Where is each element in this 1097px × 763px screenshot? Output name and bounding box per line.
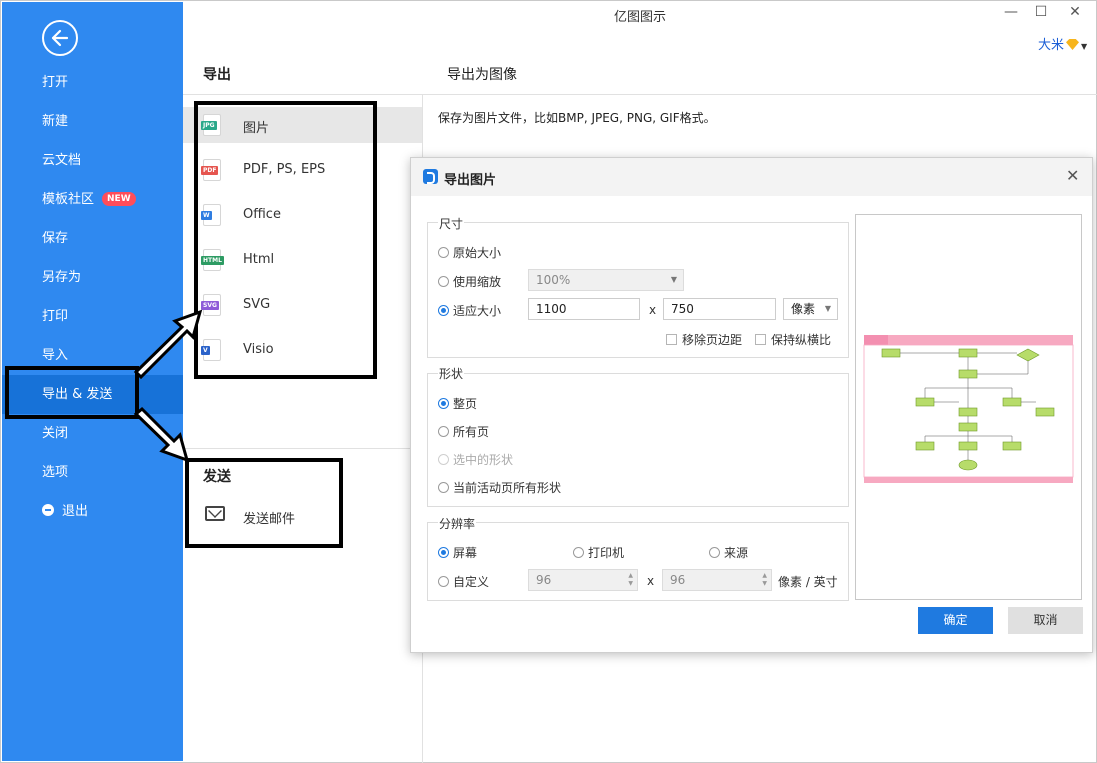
new-badge: NEW xyxy=(102,192,136,206)
diagram-preview-thumbnail xyxy=(863,335,1074,483)
sidebar-item-save-as[interactable]: 另存为 xyxy=(2,258,183,297)
height-input[interactable]: 750 xyxy=(663,298,776,320)
back-button[interactable] xyxy=(42,20,78,56)
zoom-select[interactable]: 100% ▼ xyxy=(528,269,684,291)
export-preview xyxy=(855,214,1082,600)
exit-icon xyxy=(42,504,54,516)
spinner-icon: ▲ ▼ xyxy=(762,572,767,587)
sidebar-item-open[interactable]: 打开 xyxy=(2,63,183,102)
user-menu[interactable]: 大米 ▼ xyxy=(1038,34,1087,53)
unit-select[interactable]: 像素 ▼ xyxy=(783,298,838,320)
annotation-arrows xyxy=(133,309,203,463)
export-panel-title: 导出 xyxy=(203,67,231,83)
radio-current-page-shapes[interactable]: 当前活动页所有形状 xyxy=(438,479,561,496)
size-x-label: x xyxy=(649,303,657,317)
size-group-title: 尺寸 xyxy=(438,215,465,232)
radio-source[interactable]: 来源 xyxy=(709,544,748,561)
sidebar-item-new[interactable]: 新建 xyxy=(2,102,183,141)
dpi-x-label: x xyxy=(647,574,655,588)
radio-selected-shapes: 选中的形状 xyxy=(438,451,513,468)
chevron-down-icon: ▼ xyxy=(824,304,831,313)
export-description: 保存为图片文件，比如BMP, JPEG, PNG, GIF格式。 xyxy=(438,111,716,125)
checkbox-keep-ratio[interactable]: 保持纵横比 xyxy=(755,331,831,348)
close-icon[interactable]: ✕ xyxy=(1066,166,1079,185)
app-title: 亿图图示 xyxy=(613,10,666,25)
maximize-button[interactable]: ☐ xyxy=(1031,4,1051,20)
dpi-y-input[interactable]: 96 ▲ ▼ xyxy=(662,569,772,591)
radio-custom[interactable]: 自定义 xyxy=(438,573,489,590)
shape-group-title: 形状 xyxy=(438,365,465,382)
width-input[interactable]: 1100 xyxy=(528,298,640,320)
spinner-icon: ▲ ▼ xyxy=(628,572,633,587)
chevron-down-icon: ▼ xyxy=(1081,42,1088,51)
resolution-group-title: 分辨率 xyxy=(438,515,477,532)
right-panel-title: 导出为图像 xyxy=(447,67,517,83)
sidebar-item-exit[interactable]: 退出 xyxy=(2,492,183,531)
divider xyxy=(183,448,422,449)
radio-use-zoom[interactable]: 使用缩放 xyxy=(438,273,501,290)
export-image-dialog: 导出图片 ✕ 尺寸 原始大小 使用缩放 100% ▼ 适应大小 1100 x 75… xyxy=(410,157,1093,653)
app-logo-icon xyxy=(423,169,438,184)
chevron-down-icon: ▼ xyxy=(670,275,677,284)
sidebar-item-cloud-docs[interactable]: 云文档 xyxy=(2,141,183,180)
annotation-box-export-send xyxy=(5,366,139,419)
cancel-button[interactable]: 取消 xyxy=(1008,607,1083,634)
arrow-left-icon xyxy=(51,29,69,47)
dialog-title: 导出图片 xyxy=(444,173,497,188)
sidebar-item-save[interactable]: 保存 xyxy=(2,219,183,258)
radio-original-size[interactable]: 原始大小 xyxy=(438,244,501,261)
arrow-down-right-icon xyxy=(133,406,190,463)
radio-printer[interactable]: 打印机 xyxy=(573,544,624,561)
window-close-button[interactable]: ✕ xyxy=(1065,4,1085,20)
annotation-box-formats xyxy=(194,101,377,379)
radio-fit-size[interactable]: 适应大小 xyxy=(438,302,501,319)
minimize-button[interactable]: — xyxy=(1001,4,1021,20)
dpi-x-input[interactable]: 96 ▲ ▼ xyxy=(528,569,638,591)
radio-all-pages[interactable]: 所有页 xyxy=(438,423,489,440)
annotation-box-send xyxy=(185,458,343,548)
divider xyxy=(183,94,1097,95)
vip-gem-icon xyxy=(1066,39,1080,50)
radio-whole-page[interactable]: 整页 xyxy=(438,395,477,412)
sidebar-item-template-community[interactable]: 模板社区 NEW xyxy=(2,180,183,219)
arrow-up-right-icon xyxy=(133,309,203,380)
checkbox-remove-margin[interactable]: 移除页边距 xyxy=(666,331,742,348)
dpi-unit-label: 像素 / 英寸 xyxy=(778,575,838,589)
dialog-header: 导出图片 ✕ xyxy=(411,158,1092,196)
ok-button[interactable]: 确定 xyxy=(918,607,993,634)
radio-screen[interactable]: 屏幕 xyxy=(438,544,477,561)
